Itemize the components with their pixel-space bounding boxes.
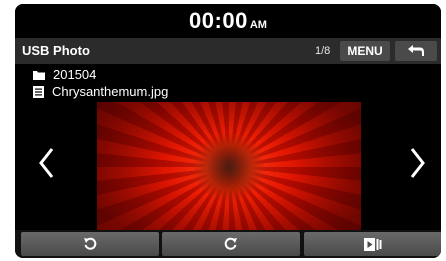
menu-button-label: MENU <box>347 44 383 58</box>
folder-row: 201504 <box>33 67 96 82</box>
file-icon <box>33 85 44 98</box>
rotate-right-button[interactable] <box>162 232 300 256</box>
back-button[interactable] <box>395 41 437 61</box>
slideshow-icon <box>364 237 382 251</box>
photo-area: 201504 Chrysanthemum.jpg <box>15 64 441 232</box>
menu-button[interactable]: MENU <box>340 41 390 61</box>
slideshow-button[interactable] <box>304 232 441 256</box>
photo-viewer-screen: 00:00 AM USB Photo 1/8 MENU 201504 Chrys… <box>15 4 441 258</box>
status-bar: 00:00 AM <box>15 4 441 38</box>
clock-time: 00:00 <box>189 8 248 33</box>
bottom-control-bar <box>15 230 441 258</box>
chevron-left-icon <box>39 148 54 178</box>
file-name: Chrysanthemum.jpg <box>52 84 169 99</box>
photo-image <box>97 102 361 232</box>
next-photo-button[interactable] <box>405 146 429 180</box>
clock-ampm: AM <box>249 19 267 31</box>
prev-photo-button[interactable] <box>35 146 59 180</box>
rotate-right-icon <box>224 237 237 250</box>
rotate-left-button[interactable] <box>21 232 159 256</box>
folder-name: 201504 <box>53 67 97 82</box>
page-counter: 1/8 <box>315 45 331 57</box>
rotate-left-icon <box>84 237 97 250</box>
title-bar: USB Photo 1/8 MENU <box>15 38 441 64</box>
folder-icon <box>33 70 45 80</box>
file-info-overlay: 201504 Chrysanthemum.jpg <box>15 64 441 102</box>
page-title: USB Photo <box>22 43 90 58</box>
file-row: Chrysanthemum.jpg <box>33 84 168 99</box>
chevron-right-icon <box>410 148 425 178</box>
back-arrow-icon <box>408 45 424 56</box>
